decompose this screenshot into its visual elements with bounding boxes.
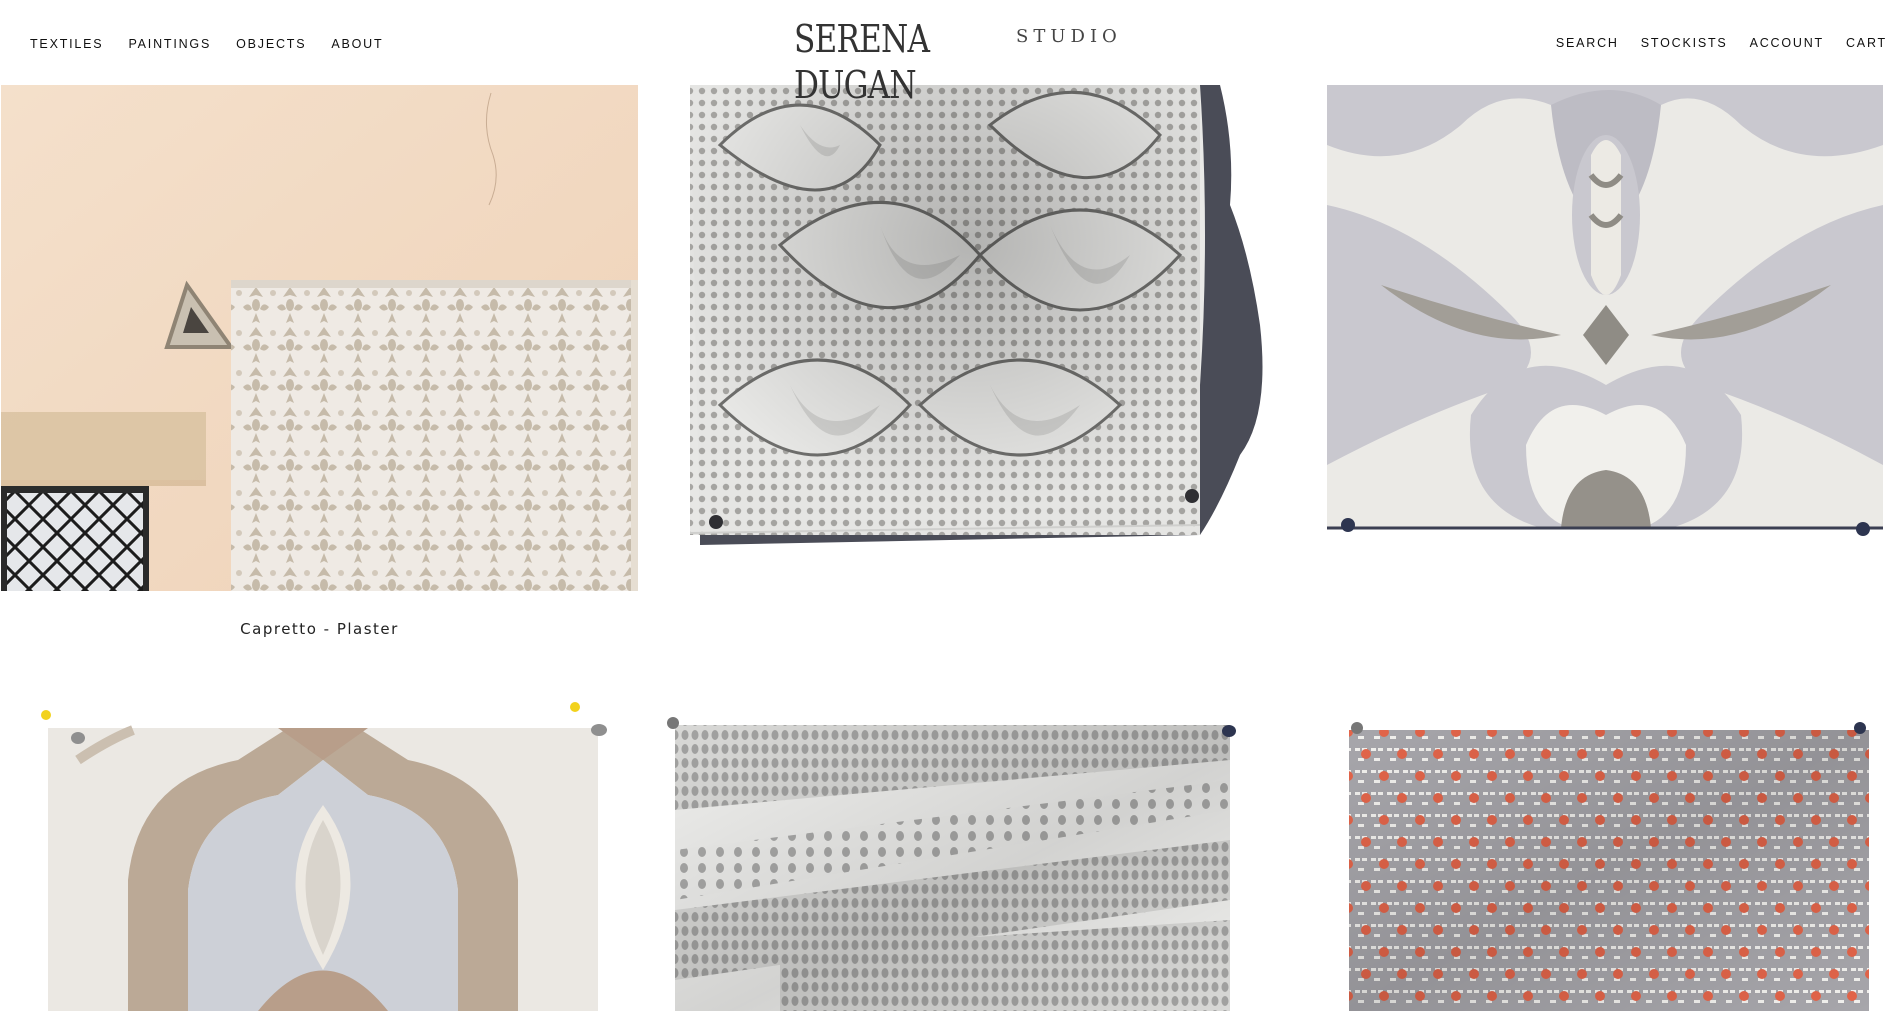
nav-about[interactable]: ABOUT — [331, 37, 383, 51]
product-image-taupe-arch[interactable] — [38, 700, 623, 1011]
fabric-swatch-orange-dots — [1349, 730, 1869, 1011]
pin-head-icon — [1854, 722, 1866, 734]
product-image-grey-medallion[interactable] — [1321, 85, 1902, 545]
site-header: TEXTILES PAINTINGS OBJECTS ABOUT SERENA … — [0, 0, 1903, 107]
nav-objects[interactable]: OBJECTS — [236, 37, 306, 51]
pin-head-icon — [1185, 489, 1199, 503]
logo-subtitle: STUDIO — [1016, 26, 1122, 47]
site-logo[interactable]: SERENA DUGAN STUDIO — [794, 16, 1122, 107]
product-image-capretto-plaster[interactable] — [1, 85, 638, 591]
pin-head-icon — [709, 515, 723, 529]
product-image-grey-orange-dots[interactable] — [1321, 700, 1902, 1011]
utility-nav: SEARCH STOCKISTS ACCOUNT CART — [1556, 36, 1887, 50]
logo-wordmark: SERENA DUGAN — [794, 17, 930, 107]
nav-textiles[interactable]: TEXTILES — [30, 37, 103, 51]
pin-head-icon — [1222, 725, 1236, 737]
product-caption[interactable]: Capretto - Plaster — [1, 620, 638, 638]
fabric-swatch-leaf — [689, 85, 1263, 545]
nav-search[interactable]: SEARCH — [1556, 36, 1619, 50]
fabric-swatch-arch — [48, 725, 598, 1011]
pin-head-icon — [667, 717, 679, 729]
product-image-grey-dot-stripes[interactable] — [660, 700, 1260, 1011]
nav-paintings[interactable]: PAINTINGS — [128, 37, 211, 51]
fabric-swatch-medallion — [1327, 85, 1883, 530]
pin-head-icon — [591, 724, 607, 736]
primary-nav: TEXTILES PAINTINGS OBJECTS ABOUT — [30, 37, 383, 51]
pin-head-icon — [1856, 522, 1870, 536]
fabric-swatch-dot-stripes — [675, 725, 1230, 1011]
pin-head-icon — [1341, 518, 1355, 532]
nav-stockists[interactable]: STOCKISTS — [1641, 36, 1728, 50]
product-image-grey-leaf[interactable] — [660, 85, 1280, 555]
nav-account[interactable]: ACCOUNT — [1750, 36, 1824, 50]
pin-head-icon — [71, 732, 85, 744]
pin-head-icon — [41, 710, 51, 720]
pin-head-icon — [570, 702, 580, 712]
pin-head-icon — [1351, 722, 1363, 734]
fabric-on-wall-illustration — [1, 85, 638, 591]
nav-cart[interactable]: CART — [1846, 36, 1887, 50]
